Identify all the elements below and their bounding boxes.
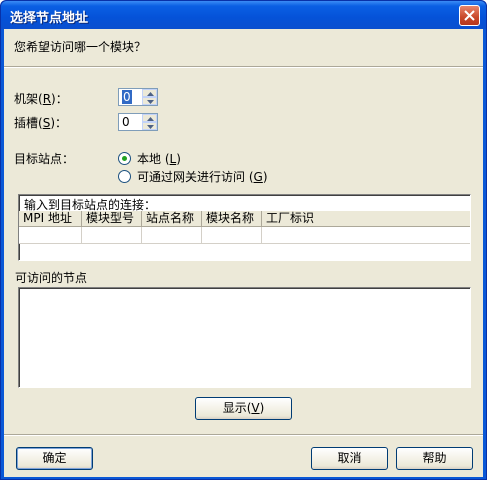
- radio-gateway[interactable]: [118, 170, 131, 183]
- close-button[interactable]: [459, 5, 480, 26]
- rack-value[interactable]: 0: [122, 90, 132, 104]
- divider: [4, 66, 483, 68]
- prompt-text: 您希望访问哪一个模块？: [14, 40, 147, 54]
- rack-up-button[interactable]: [142, 89, 157, 97]
- slot-spinner[interactable]: 0: [118, 113, 158, 131]
- radio-selected-dot: [122, 156, 127, 161]
- arrow-down-icon: [147, 125, 154, 129]
- close-icon: [464, 10, 475, 21]
- accessible-nodes-list[interactable]: [18, 287, 471, 388]
- slot-up-button[interactable]: [142, 114, 157, 122]
- rack-label: 机架(R)：: [14, 92, 68, 106]
- connection-table[interactable]: 输入到目标站点的连接： MPI 地址 模块型号 站点名称 模块名称 工厂标识: [18, 194, 471, 261]
- slot-value[interactable]: 0: [122, 115, 130, 129]
- target-station-label: 目标站点：: [14, 152, 75, 166]
- table-cell[interactable]: [82, 227, 142, 244]
- window-title: 选择节点地址: [10, 11, 89, 26]
- arrow-down-icon: [147, 100, 154, 104]
- column-header[interactable]: 模块型号: [82, 211, 142, 227]
- column-header[interactable]: 模块名称: [202, 211, 262, 227]
- slot-label: 插槽(S)：: [14, 116, 68, 130]
- ok-button[interactable]: 确定: [16, 447, 93, 470]
- rack-down-button[interactable]: [142, 97, 157, 105]
- radio-local[interactable]: [118, 152, 131, 165]
- show-button[interactable]: 显示(V): [195, 397, 292, 420]
- column-header[interactable]: 站点名称: [142, 211, 202, 227]
- table-cell[interactable]: [262, 227, 470, 244]
- help-button[interactable]: 帮助: [396, 447, 473, 470]
- rack-spinner[interactable]: 0: [118, 88, 158, 106]
- divider: [4, 434, 483, 436]
- table-cell[interactable]: [19, 227, 82, 244]
- cancel-button[interactable]: 取消: [311, 447, 388, 470]
- column-header[interactable]: 工厂标识: [262, 211, 470, 227]
- dialog-body: 您希望访问哪一个模块？ 机架(R)： 0 插槽(S)： 0 目标站点： 本地 (…: [4, 29, 483, 477]
- radio-gateway-label[interactable]: 可通过网关进行访问 (G): [137, 168, 268, 185]
- arrow-up-icon: [147, 92, 154, 96]
- slot-down-button[interactable]: [142, 122, 157, 130]
- arrow-up-icon: [147, 117, 154, 121]
- column-header[interactable]: MPI 地址: [19, 211, 82, 227]
- title-bar[interactable]: 选择节点地址: [1, 1, 486, 29]
- table-cell[interactable]: [202, 227, 262, 244]
- accessible-nodes-label: 可访问的节点: [15, 271, 88, 285]
- radio-local-label[interactable]: 本地 (L): [137, 150, 181, 167]
- table-cell[interactable]: [142, 227, 202, 244]
- dialog-window: 选择节点地址 您希望访问哪一个模块？ 机架(R)： 0 插槽(S)： 0 目标站…: [0, 0, 487, 480]
